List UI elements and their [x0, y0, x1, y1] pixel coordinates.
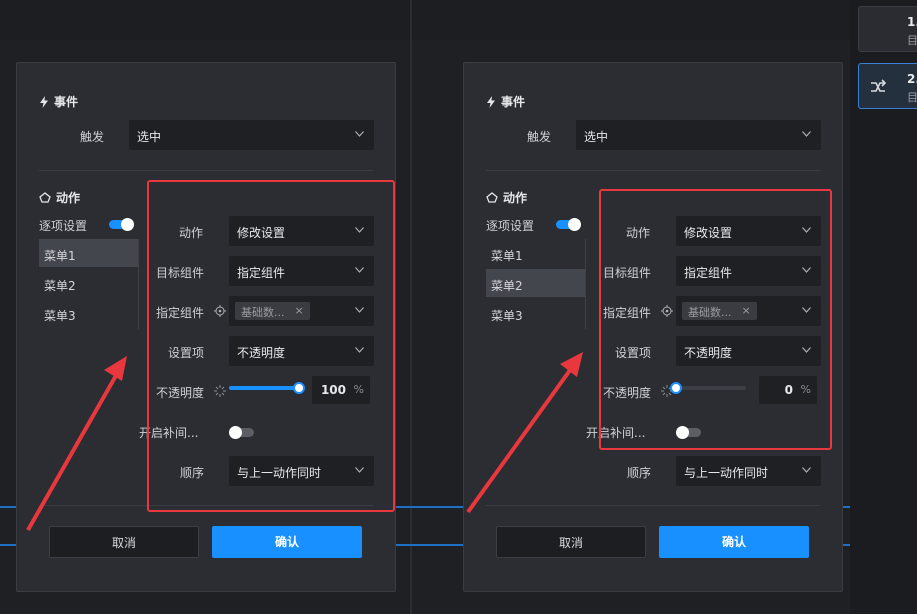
arrow-icon [466, 352, 583, 514]
arrow-icon [26, 356, 127, 531]
annotation-arrows [26, 352, 583, 531]
